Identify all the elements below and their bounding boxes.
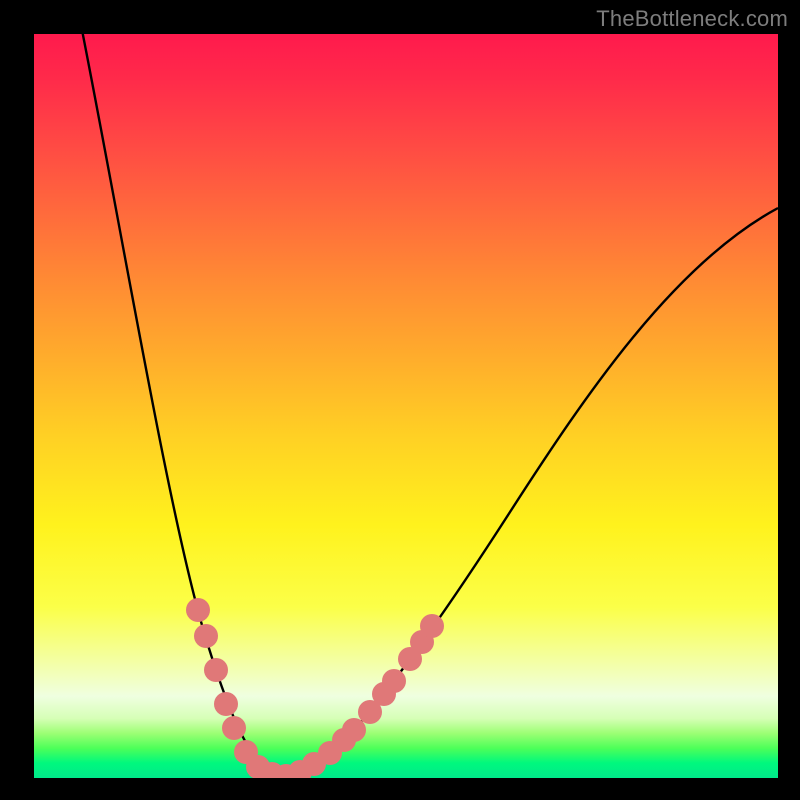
chart-marker xyxy=(186,598,210,622)
chart-marker xyxy=(382,669,406,693)
chart-curve xyxy=(82,34,778,776)
watermark-text: TheBottleneck.com xyxy=(596,6,788,32)
chart-marker xyxy=(222,716,246,740)
chart-marker xyxy=(214,692,238,716)
chart-marker xyxy=(194,624,218,648)
chart-svg xyxy=(34,34,778,778)
chart-marker xyxy=(204,658,228,682)
chart-plot-area xyxy=(34,34,778,778)
chart-marker xyxy=(342,718,366,742)
chart-markers-group xyxy=(186,598,444,778)
chart-frame: TheBottleneck.com xyxy=(0,0,800,800)
chart-marker xyxy=(420,614,444,638)
